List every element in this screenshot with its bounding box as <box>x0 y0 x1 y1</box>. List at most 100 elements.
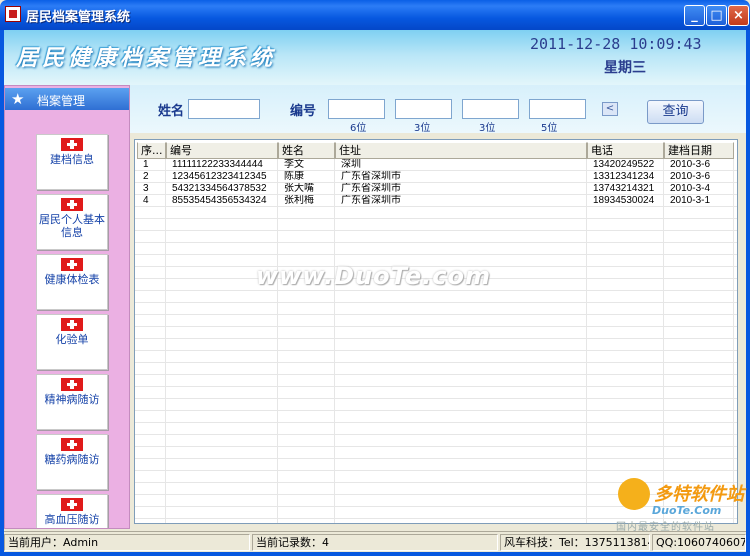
window-title: 居民档案管理系统 <box>26 10 131 25</box>
sidebar-item-mental-followup[interactable]: 精神病随访 <box>36 374 108 430</box>
table-row[interactable]: 3 54321334564378532 张大嘴 广东省深圳市 137432143… <box>135 183 737 195</box>
grid-lines <box>135 159 737 523</box>
header-banner: 居民健康档案管理系统 2011-12-28 10:09:43 星期三 <box>4 30 746 85</box>
number-label: 编号 <box>290 104 317 119</box>
back-button[interactable]: < <box>602 102 618 116</box>
table-body: 1 11111122233344444 李文 深圳 13420249522 20… <box>135 159 737 207</box>
minimize-button[interactable]: _ <box>684 5 705 26</box>
medical-cross-icon <box>61 378 83 391</box>
app-title: 居民健康档案管理系统 <box>16 45 277 71</box>
mascot-icon <box>618 478 650 510</box>
app-icon <box>5 6 21 22</box>
number-part2-input[interactable] <box>395 99 452 119</box>
sidebar-item-lab-report[interactable]: 化验单 <box>36 314 108 370</box>
cell-name: 李文 <box>284 159 304 170</box>
cell-phone: 13743214321 <box>593 183 655 194</box>
cell-address: 广东省深圳市 <box>341 195 401 206</box>
sidebar-item-diabetes-followup[interactable]: 糖药病随访 <box>36 434 108 490</box>
medical-cross-icon <box>61 258 83 271</box>
sidebar-header-label: 档案管理 <box>37 94 86 108</box>
search-panel: 姓名 编号 6位 3位 3位 5位 < 查询 <box>130 85 746 134</box>
cell-date: 2010-3-1 <box>670 195 711 206</box>
window-frame-right <box>746 30 750 556</box>
table-header: 序... 编号 姓名 住址 电话 建档日期 <box>135 142 737 159</box>
sidebar-item-label: 健康体检表 <box>44 273 100 286</box>
corner-logo-main: 多特软件站 <box>654 484 744 505</box>
cell-date: 2010-3-6 <box>670 159 711 170</box>
sidebar-item-label: 高血压随访 <box>44 513 100 526</box>
cell-date: 2010-3-4 <box>670 183 711 194</box>
medical-cross-icon <box>61 498 83 511</box>
medical-cross-icon <box>61 198 83 211</box>
grid-container: 序... 编号 姓名 住址 电话 建档日期 1 1111112223334444… <box>130 133 746 529</box>
grid-vline <box>277 159 278 523</box>
column-header-phone[interactable]: 电话 <box>587 142 664 159</box>
weekday-display: 星期三 <box>604 60 646 76</box>
cell-address: 广东省深圳市 <box>341 171 401 182</box>
cell-number: 85535454356534324 <box>172 195 267 206</box>
medical-cross-icon <box>61 138 83 151</box>
records-table[interactable]: 序... 编号 姓名 住址 电话 建档日期 1 1111112223334444… <box>134 139 738 524</box>
corner-logo-sub: DuoTe.Com <box>652 504 722 517</box>
table-row[interactable]: 4 85535454356534324 张利梅 广东省深圳市 189345300… <box>135 195 737 207</box>
cell-phone: 13312341234 <box>593 171 655 182</box>
column-header-address[interactable]: 住址 <box>335 142 587 159</box>
title-bar: 居民档案管理系统 _ □ × <box>0 0 750 30</box>
cell-seq: 2 <box>143 171 149 182</box>
sidebar-header[interactable]: ★ 档案管理 <box>5 88 129 110</box>
star-icon: ★ <box>11 90 25 108</box>
cell-seq: 3 <box>143 183 149 194</box>
datetime-display: 2011-12-28 10:09:43 <box>530 35 702 53</box>
cell-name: 张利梅 <box>284 195 314 206</box>
cell-seq: 4 <box>143 195 149 206</box>
cell-date: 2010-3-6 <box>670 171 711 182</box>
cell-address: 广东省深圳市 <box>341 183 401 194</box>
number-part3-hint: 3位 <box>479 123 496 134</box>
column-header-seq[interactable]: 序... <box>137 142 166 159</box>
close-button[interactable]: × <box>728 5 749 26</box>
sidebar-item-label: 精神病随访 <box>44 393 100 406</box>
maximize-button[interactable]: □ <box>706 5 727 26</box>
status-qq: QQ:1060740607 <box>652 534 746 551</box>
grid-vline <box>663 159 664 523</box>
table-row[interactable]: 2 12345612323412345 陈康 广东省深圳市 1331234123… <box>135 171 737 183</box>
number-part3-input[interactable] <box>462 99 519 119</box>
window-frame-bottom <box>0 552 750 556</box>
cell-seq: 1 <box>143 159 149 170</box>
status-bar: 当前用户：Admin 当前记录数：4 风车科技：Tel：13751138146 … <box>4 531 746 552</box>
cell-name: 陈康 <box>284 171 304 182</box>
sidebar-item-hypertension-followup[interactable]: 高血压随访 <box>36 494 108 528</box>
status-current-user: 当前用户：Admin <box>4 534 250 551</box>
grid-vline <box>334 159 335 523</box>
sidebar-item-health-exam[interactable]: 健康体检表 <box>36 254 108 310</box>
number-part1-input[interactable] <box>328 99 385 119</box>
cell-phone: 13420249522 <box>593 159 655 170</box>
name-input[interactable] <box>188 99 260 119</box>
sidebar: ★ 档案管理 建档信息 居民个人基本信息 健康体检表 化验单 精神病随访 糖药病… <box>4 85 130 529</box>
sidebar-item-label: 糖药病随访 <box>44 453 100 466</box>
corner-logo: 多特软件站 DuoTe.Com 国内最安全的软件站 <box>614 476 746 533</box>
watermark-text: www.DuoTe.com <box>256 262 491 290</box>
number-part2-hint: 3位 <box>414 123 431 134</box>
medical-cross-icon <box>61 438 83 451</box>
number-part4-hint: 5位 <box>541 123 558 134</box>
cell-number: 54321334564378532 <box>172 183 267 194</box>
table-row[interactable]: 1 11111122233344444 李文 深圳 13420249522 20… <box>135 159 737 171</box>
number-part1-hint: 6位 <box>350 123 367 134</box>
query-button[interactable]: 查询 <box>647 100 704 124</box>
number-part4-input[interactable] <box>529 99 586 119</box>
column-header-name[interactable]: 姓名 <box>278 142 335 159</box>
status-company: 风车科技：Tel：13751138146 <box>500 534 650 551</box>
column-header-number[interactable]: 编号 <box>166 142 278 159</box>
cell-address: 深圳 <box>341 159 361 170</box>
sidebar-item-label: 居民个人基本信息 <box>39 213 105 239</box>
sidebar-item-label: 建档信息 <box>50 153 94 166</box>
column-header-date[interactable]: 建档日期 <box>664 142 734 159</box>
grid-vline <box>165 159 166 523</box>
sidebar-item-label: 化验单 <box>55 333 89 346</box>
sidebar-item-resident-info[interactable]: 居民个人基本信息 <box>36 194 108 250</box>
sidebar-item-record-info[interactable]: 建档信息 <box>36 134 108 190</box>
grid-vline <box>586 159 587 523</box>
medical-cross-icon <box>61 318 83 331</box>
cell-number: 12345612323412345 <box>172 171 267 182</box>
